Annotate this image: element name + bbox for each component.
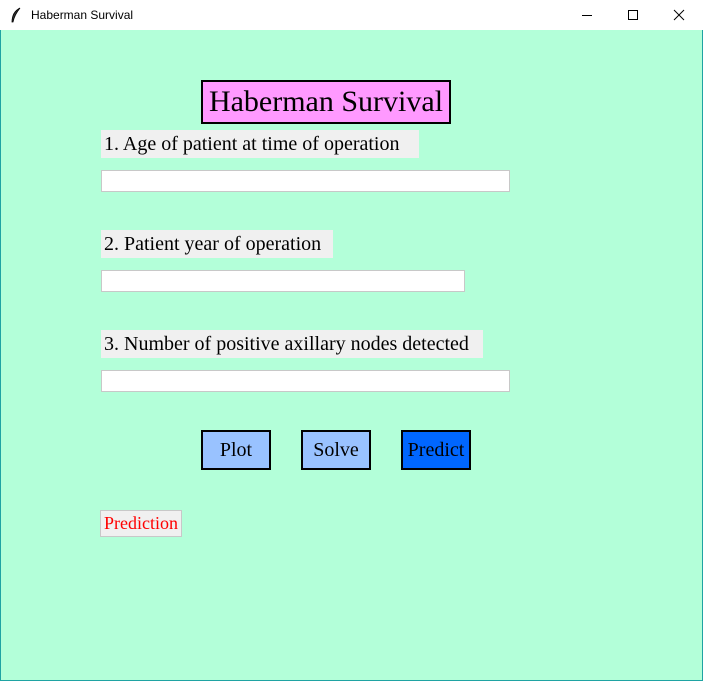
plot-button[interactable]: Plot [201,430,271,470]
maximize-button[interactable] [610,0,656,30]
maximize-icon [628,10,638,20]
feather-icon [10,7,22,23]
title-bar: Haberman Survival [0,0,703,30]
operation-year-label: 2. Patient year of operation [101,230,333,258]
window-title: Haberman Survival [31,8,134,22]
axillary-nodes-label: 3. Number of positive axillary nodes det… [101,330,483,358]
solve-button[interactable]: Solve [301,430,371,470]
prediction-result-label: Prediction [100,510,182,537]
predict-button[interactable]: Predict [401,430,471,470]
app-heading: Haberman Survival [201,80,451,124]
minimize-button[interactable] [564,0,610,30]
age-input[interactable] [101,170,510,192]
operation-year-input[interactable] [101,270,465,292]
close-button[interactable] [656,0,702,30]
close-icon [673,9,685,21]
age-label: 1. Age of patient at time of operation [101,130,419,158]
minimize-icon [582,15,592,16]
axillary-nodes-input[interactable] [101,370,510,392]
